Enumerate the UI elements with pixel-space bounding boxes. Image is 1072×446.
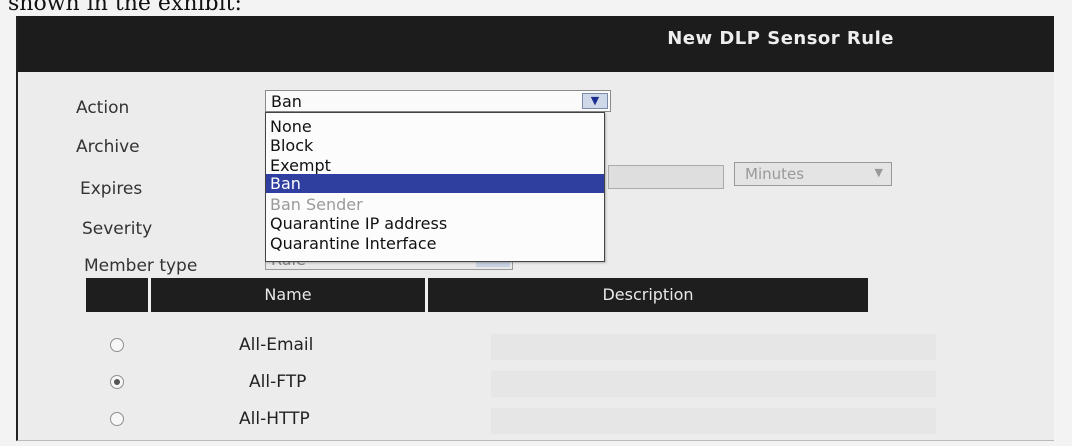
- column-header-name[interactable]: Name: [151, 278, 425, 312]
- exhibit-caption: shown in the exhibit:: [8, 0, 242, 16]
- chevron-down-icon[interactable]: ▼: [582, 93, 608, 109]
- dropdown-option-block[interactable]: Block: [266, 136, 604, 155]
- dialog-title-bar: New DLP Sensor Rule: [18, 16, 1054, 72]
- row-radio-button[interactable]: [110, 412, 124, 426]
- action-dropdown-list: None Block Exempt Ban Ban Sender Quarant…: [265, 112, 605, 262]
- table-row[interactable]: All-FTP: [86, 369, 936, 399]
- dropdown-option-ban[interactable]: Ban: [266, 174, 604, 193]
- expires-label: Expires: [80, 179, 143, 199]
- action-select[interactable]: Ban ▼: [265, 90, 611, 112]
- dropdown-option-quarantine-interface[interactable]: Quarantine Interface: [266, 234, 604, 253]
- row-name: All-HTTP: [239, 409, 310, 429]
- row-description: [491, 334, 936, 360]
- column-header-description[interactable]: Description: [428, 278, 868, 312]
- row-radio-button[interactable]: [110, 375, 124, 389]
- dropdown-option-quarantine-ip[interactable]: Quarantine IP address: [266, 214, 604, 233]
- expires-unit-select[interactable]: Minutes ▼: [734, 162, 892, 186]
- dropdown-option-exempt[interactable]: Exempt: [266, 156, 604, 175]
- expires-unit-value: Minutes: [745, 165, 805, 183]
- row-radio-button[interactable]: [110, 338, 124, 352]
- row-name: All-Email: [239, 335, 314, 355]
- dialog-title: New DLP Sensor Rule: [667, 28, 894, 49]
- dlp-sensor-rule-dialog: New DLP Sensor Rule Action Archive Expir…: [16, 16, 1054, 441]
- row-description: [491, 371, 936, 397]
- member-table-header: Name Description: [86, 278, 868, 312]
- archive-label: Archive: [76, 137, 140, 157]
- severity-label: Severity: [82, 219, 153, 239]
- table-row[interactable]: All-Email: [86, 332, 936, 362]
- table-row[interactable]: All-HTTP: [86, 406, 936, 436]
- expires-duration-input[interactable]: [608, 165, 724, 189]
- member-type-label: Member type: [84, 256, 198, 276]
- action-select-value: Ban: [271, 92, 302, 111]
- row-name: All-FTP: [249, 372, 307, 392]
- dropdown-option-none[interactable]: None: [266, 117, 604, 136]
- chevron-down-icon: ▼: [874, 166, 883, 179]
- dropdown-option-ban-sender: Ban Sender: [270, 195, 363, 214]
- action-label: Action: [76, 98, 130, 118]
- row-description: [491, 408, 936, 434]
